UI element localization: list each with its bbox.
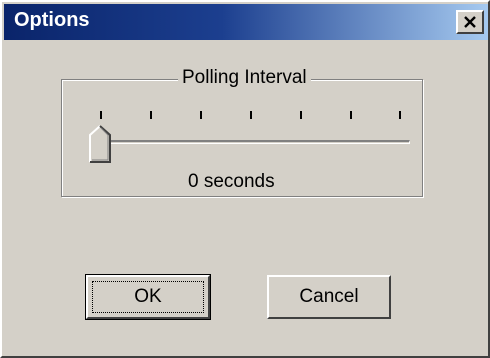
slider-tick [300,111,302,119]
polling-interval-slider-thumb[interactable] [89,125,111,163]
window-title: Options [14,9,90,31]
options-dialog: Options Polling Interval 0 seconds OK Ca… [0,0,490,358]
title-bar[interactable]: Options [4,4,488,40]
slider-tick [399,111,401,119]
polling-interval-slider-track[interactable] [92,140,410,144]
focus-rectangle [92,281,204,313]
slider-tick [150,111,152,119]
close-icon [464,16,476,28]
close-button[interactable] [456,10,484,34]
polling-interval-label: Polling Interval [178,65,311,91]
cancel-button[interactable]: Cancel [267,275,391,319]
slider-tick [250,111,252,119]
ok-button[interactable]: OK [85,274,211,320]
slider-tick [200,111,202,119]
polling-interval-value: 0 seconds [188,171,275,192]
slider-tick [350,111,352,119]
slider-tick [100,111,102,119]
cancel-button-label: Cancel [299,286,359,307]
